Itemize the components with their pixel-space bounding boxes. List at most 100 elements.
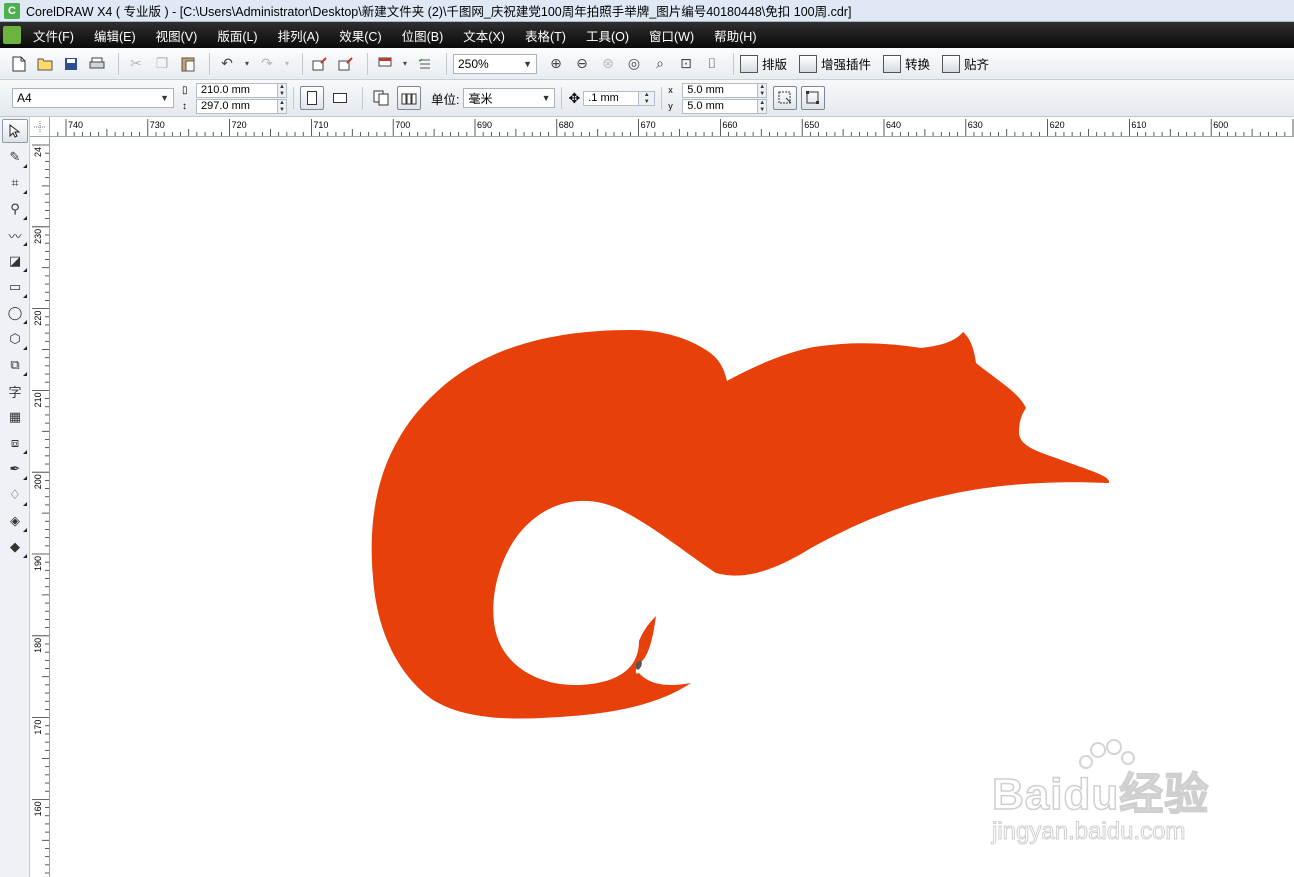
menu-file[interactable]: 文件(F) bbox=[33, 26, 74, 45]
convert-button[interactable]: 转换 bbox=[883, 54, 930, 73]
ruler-origin-corner[interactable] bbox=[30, 117, 50, 137]
layout-label: 排版 bbox=[762, 58, 788, 72]
cut-icon[interactable]: ✂ bbox=[125, 53, 147, 75]
page-size-dropdown[interactable]: A4 ▼ bbox=[12, 88, 174, 108]
text-tool-icon[interactable]: 字 bbox=[2, 379, 28, 403]
pick-tool-icon[interactable] bbox=[2, 119, 28, 143]
page-dimensions: ▯ 210.0 mm ▲ ▼ ↕ 297.0 mm ▲ ▼ bbox=[182, 82, 287, 115]
separator bbox=[302, 52, 303, 75]
outline-tool-icon[interactable]: ♢ bbox=[2, 483, 28, 507]
print-icon[interactable] bbox=[86, 53, 108, 75]
page-height-icon: ↕ bbox=[182, 100, 187, 112]
current-page-button[interactable] bbox=[397, 86, 421, 110]
ruler-label: 670 bbox=[641, 120, 656, 130]
redo-icon[interactable]: ↷ bbox=[256, 53, 278, 75]
import-icon[interactable] bbox=[309, 53, 331, 75]
treat-as-filled-button[interactable] bbox=[773, 86, 798, 110]
page-height-field[interactable]: 297.0 mm bbox=[196, 98, 278, 114]
zoom-selected-icon[interactable]: ⊛ bbox=[597, 53, 619, 75]
duplicate-y-icon: y bbox=[668, 101, 673, 111]
zoom-page-height-icon[interactable]: ⌷ bbox=[701, 53, 723, 75]
zoom-in-icon[interactable]: ⊕ bbox=[545, 53, 567, 75]
convert-icon bbox=[883, 54, 902, 73]
redo-dropdown-icon[interactable]: ▾ bbox=[282, 53, 292, 75]
export-icon[interactable] bbox=[335, 53, 357, 75]
zoom-tool-icon[interactable]: ⚲ bbox=[2, 197, 28, 221]
eyedropper-tool-icon[interactable]: ✒ bbox=[2, 457, 28, 481]
landscape-button[interactable] bbox=[328, 86, 352, 110]
zoom-out-icon[interactable]: ⊖ bbox=[571, 53, 593, 75]
zoom-all-objects-icon[interactable]: ◎ bbox=[623, 53, 645, 75]
menu-window[interactable]: 窗口(W) bbox=[649, 26, 694, 45]
application-launcher-icon[interactable] bbox=[374, 53, 396, 75]
menu-table[interactable]: 表格(T) bbox=[525, 26, 566, 45]
ruler-label: 24 bbox=[33, 147, 43, 157]
all-pages-button[interactable] bbox=[369, 86, 393, 110]
freehand-tool-icon[interactable]: 〰 bbox=[2, 223, 28, 247]
page-width-field[interactable]: 210.0 mm bbox=[196, 82, 278, 98]
unit-dropdown[interactable]: 毫米 ▼ bbox=[463, 88, 556, 108]
zoom-page-width-icon[interactable]: ⊡ bbox=[675, 53, 697, 75]
undo-dropdown-icon[interactable]: ▾ bbox=[242, 53, 252, 75]
menu-layout[interactable]: 版面(L) bbox=[217, 26, 257, 45]
nudge-distance-field[interactable]: .1 mm bbox=[583, 90, 640, 106]
zoom-level-value: 250% bbox=[458, 56, 489, 71]
red-ribbon-shape[interactable] bbox=[371, 330, 1110, 719]
menu-effects[interactable]: 效果(C) bbox=[339, 26, 381, 45]
page-width-icon: ▯ bbox=[182, 84, 188, 96]
ruler-label: 220 bbox=[33, 311, 43, 326]
duplicate-y-field[interactable]: 5.0 mm bbox=[682, 98, 759, 114]
smart-fill-tool-icon[interactable]: ◪ bbox=[2, 249, 28, 273]
menu-bitmaps[interactable]: 位图(B) bbox=[402, 26, 444, 45]
menu-edit[interactable]: 编辑(E) bbox=[94, 26, 136, 45]
snap-label: 贴齐 bbox=[964, 58, 990, 72]
interactive-blend-tool-icon[interactable]: ⧈ bbox=[2, 431, 28, 455]
interactive-fill-tool-icon[interactable]: ◆ bbox=[2, 535, 28, 559]
shape-tool-icon[interactable]: ✎ bbox=[2, 145, 28, 169]
watermark-brand: Baidu经验 bbox=[991, 769, 1210, 820]
menu-text[interactable]: 文本(X) bbox=[463, 26, 505, 45]
crop-tool-icon[interactable]: ⌗ bbox=[2, 171, 28, 195]
ruler-label: 660 bbox=[722, 120, 737, 130]
save-icon[interactable] bbox=[60, 53, 82, 75]
ruler-label: 200 bbox=[33, 474, 43, 489]
page-width-spinner[interactable]: ▲ ▼ bbox=[278, 82, 287, 98]
nudge-distance-spinner[interactable]: ▲ ▼ bbox=[639, 90, 656, 106]
standard-toolbar: ✂ ❐ ↶ ▾ ↷ ▾ ▾ 250% ▼ ⊕ ⊖ ⊛ ◎ ⌕ ⊡ ⌷ 排版 增强… bbox=[0, 48, 1294, 80]
page-height-spinner[interactable]: ▲ ▼ bbox=[278, 98, 287, 114]
new-document-icon[interactable] bbox=[8, 53, 30, 75]
document-icon[interactable] bbox=[3, 26, 21, 44]
basic-shapes-tool-icon[interactable]: ⧉ bbox=[2, 353, 28, 377]
polygon-tool-icon[interactable]: ⬡ bbox=[2, 327, 28, 351]
zoom-page-icon[interactable]: ⌕ bbox=[649, 53, 671, 75]
duplicate-x-spinner[interactable]: ▲ ▼ bbox=[758, 82, 768, 98]
launcher-dropdown-icon[interactable]: ▾ bbox=[400, 53, 410, 75]
duplicate-x-field[interactable]: 5.0 mm bbox=[682, 82, 759, 98]
ruler-label: 230 bbox=[33, 229, 43, 244]
plugin-button[interactable]: 增强插件 bbox=[799, 54, 871, 73]
ellipse-tool-icon[interactable]: ◯ bbox=[2, 301, 28, 325]
paste-icon[interactable] bbox=[177, 53, 199, 75]
portrait-button[interactable] bbox=[300, 86, 324, 110]
welcome-screen-icon[interactable] bbox=[414, 53, 436, 75]
horizontal-ruler[interactable]: 740 730 720 710 700 690 680 670 660 650 640 630 620 6… bbox=[50, 117, 1294, 137]
menu-view[interactable]: 视图(V) bbox=[156, 26, 198, 45]
draw-object-properties-button[interactable] bbox=[801, 86, 826, 110]
layout-button[interactable]: 排版 bbox=[740, 54, 787, 73]
rectangle-tool-icon[interactable]: ▭ bbox=[2, 275, 28, 299]
menu-tools[interactable]: 工具(O) bbox=[586, 26, 629, 45]
zoom-level-dropdown[interactable]: 250% ▼ bbox=[453, 53, 537, 74]
table-tool-icon[interactable]: ▦ bbox=[2, 405, 28, 429]
undo-icon[interactable]: ↶ bbox=[216, 53, 238, 75]
copy-icon[interactable]: ❐ bbox=[151, 53, 173, 75]
snap-button[interactable]: 贴齐 bbox=[942, 54, 989, 73]
ruler-label: 730 bbox=[150, 120, 165, 130]
vertical-ruler[interactable]: 24230220210200190180170160150 bbox=[30, 137, 50, 877]
ruler-label: 630 bbox=[968, 120, 983, 130]
duplicate-y-spinner[interactable]: ▲ ▼ bbox=[758, 98, 768, 114]
open-folder-icon[interactable] bbox=[34, 53, 56, 75]
menu-arrange[interactable]: 排列(A) bbox=[278, 26, 320, 45]
fill-tool-icon[interactable]: ◈ bbox=[2, 509, 28, 533]
ruler-label: 620 bbox=[1050, 120, 1065, 130]
menu-help[interactable]: 帮助(H) bbox=[714, 26, 756, 45]
